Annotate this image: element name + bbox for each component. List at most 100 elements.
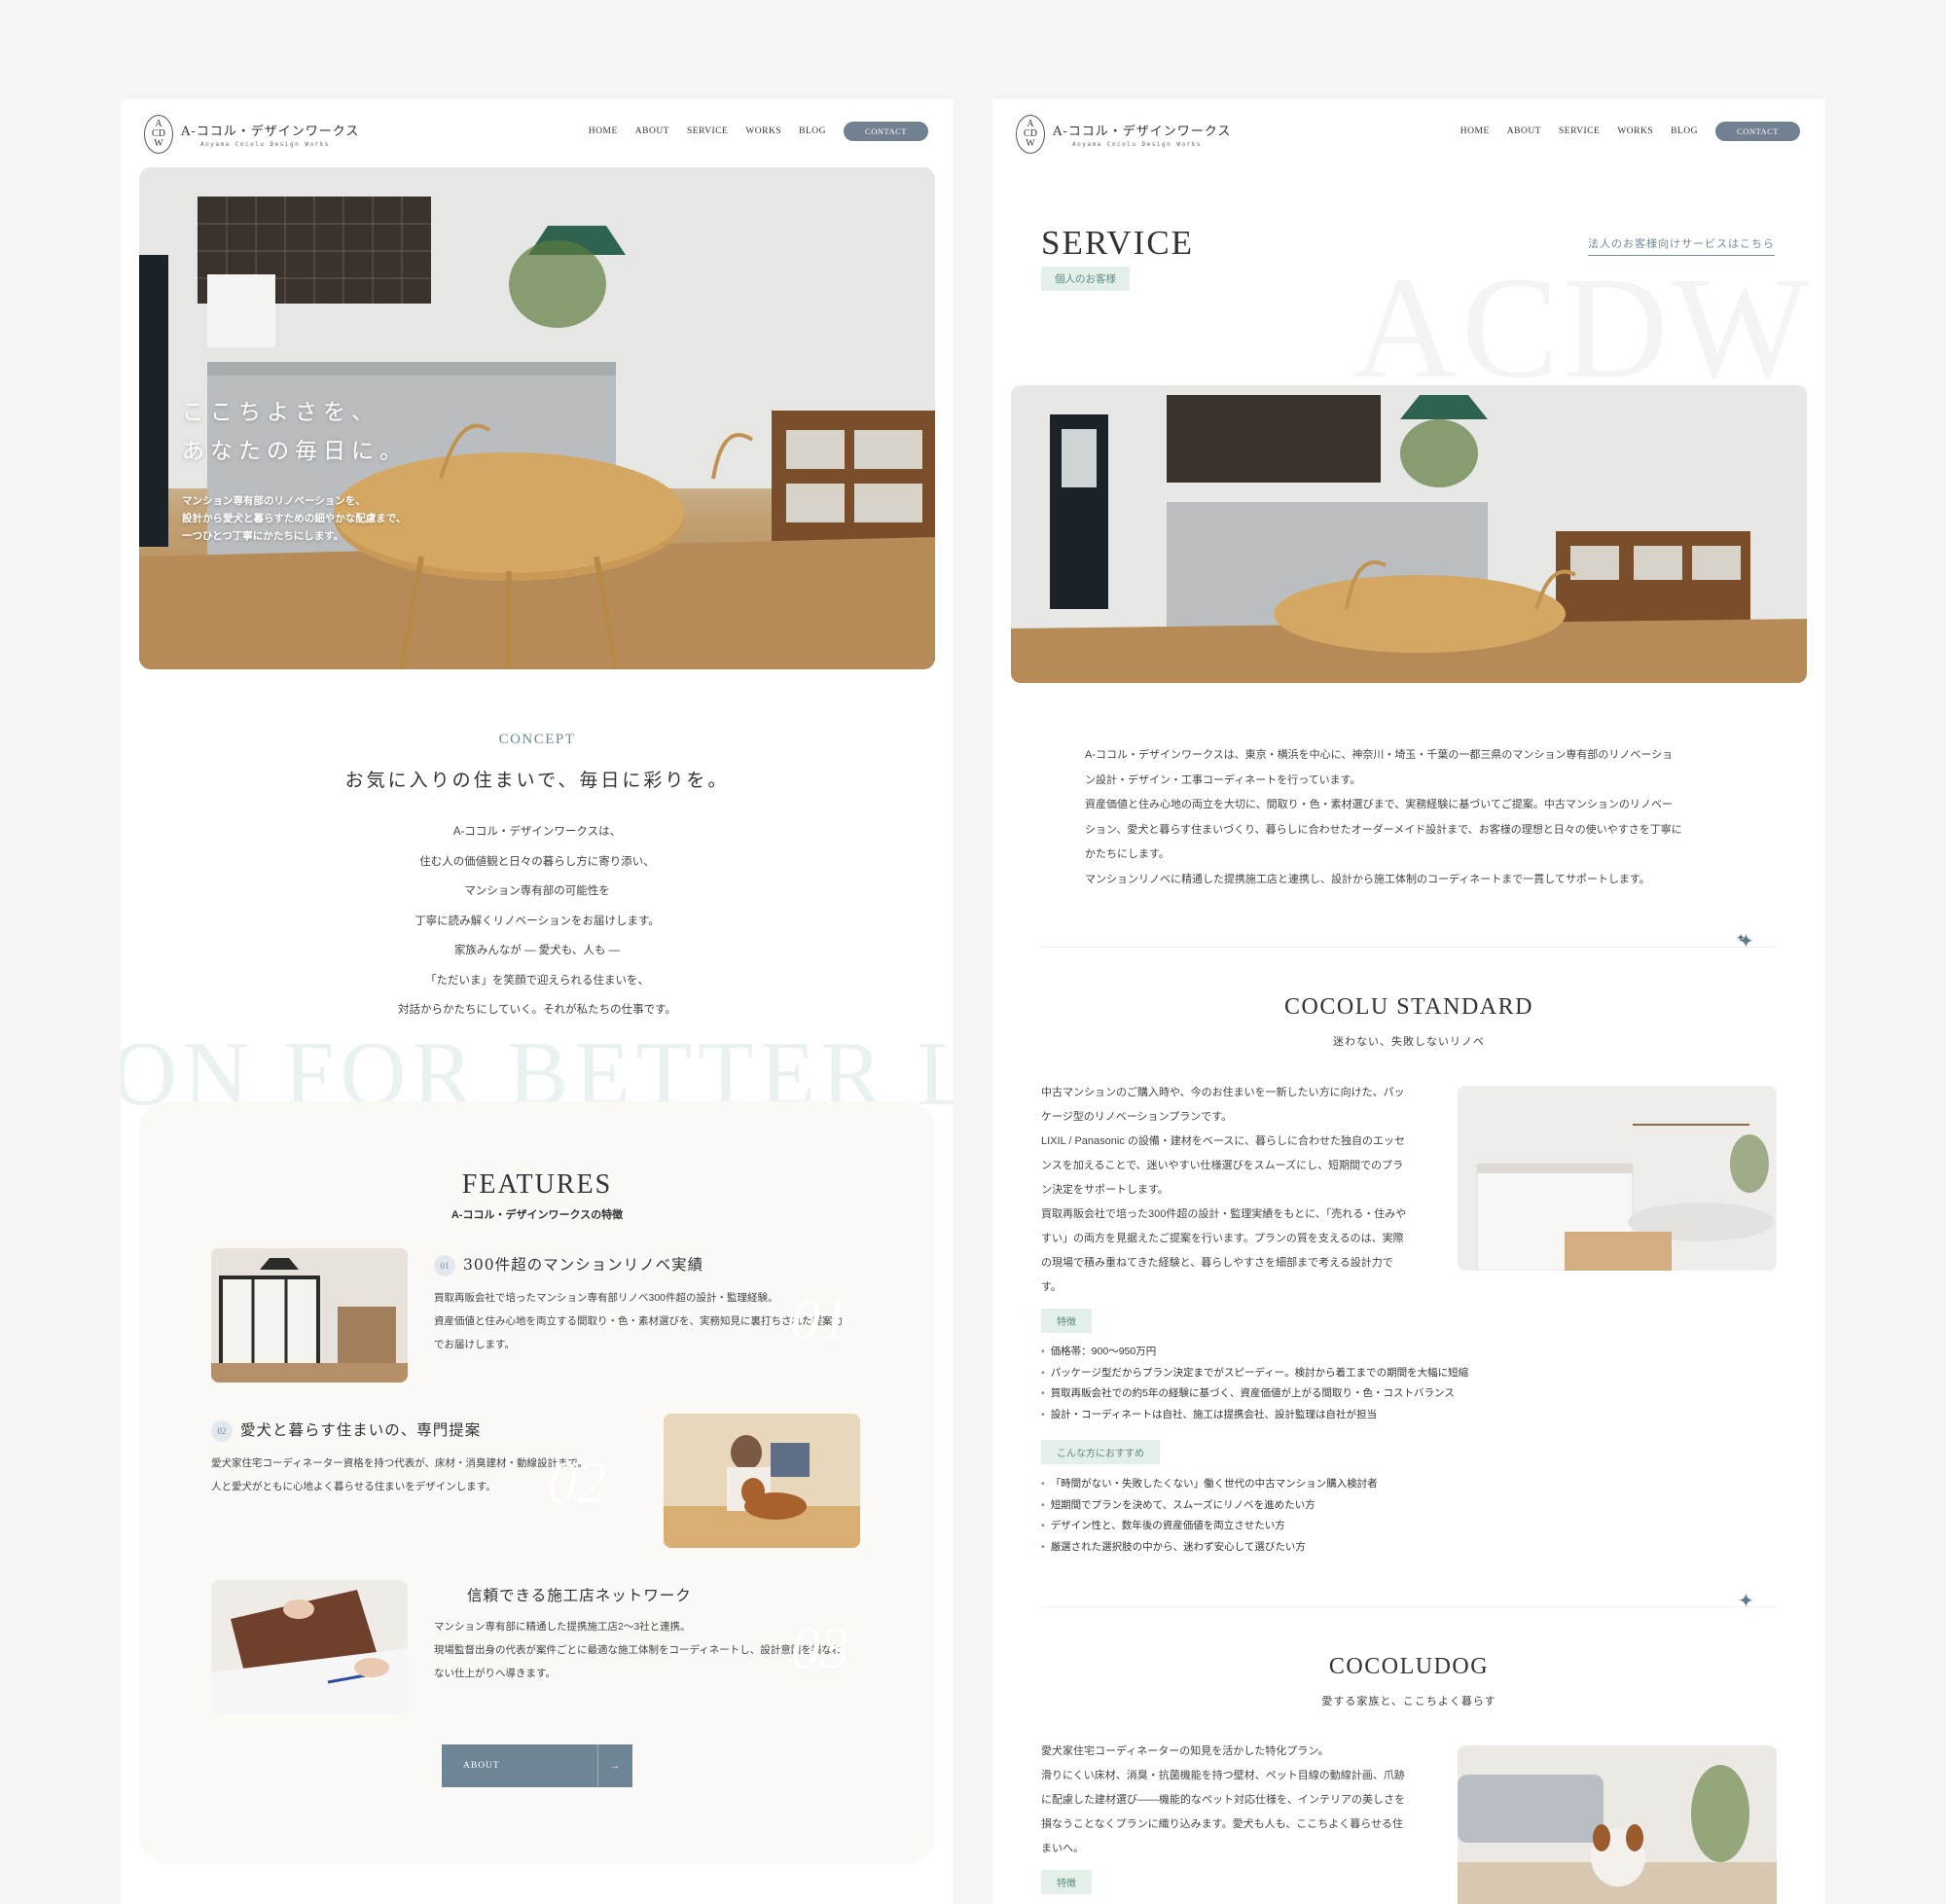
plan-1-description: 中古マンションのご購入時や、今のお住まいを一新したい方に向けた、パッ ケージ型の… xyxy=(1041,1081,1421,1300)
hero-text-line1: マンション専有部のリノベーションを、 xyxy=(182,495,366,507)
plan-2-text-line: に配慮した建材選び――機能的なペット対応仕様を、インテリアの美しさを xyxy=(1041,1794,1405,1806)
hero-title: ここちよさを、 あなたの毎日に。 xyxy=(182,393,408,471)
nav-blog[interactable]: BLOG xyxy=(799,126,826,136)
list-item: デザイン性と、数年後の資産価値を両立させたい方 xyxy=(1041,1516,1378,1537)
about-button-label: ABOUT xyxy=(463,1761,500,1771)
watermark-text: ACDW xyxy=(1351,247,1814,409)
concept-section: CONCEPT お気に入りの住まいで、毎日に彩りを。 A-ココル・デザインワーク… xyxy=(121,732,954,1025)
plan-1-subtitle: 迷わない、失敗しないリノベ xyxy=(1333,1036,1485,1048)
feature-1-ghost-number: 01 xyxy=(791,1287,849,1351)
concept-line: マンション専有部の可能性を xyxy=(464,885,610,897)
plan-1-text-line: す。 xyxy=(1041,1281,1062,1293)
contact-button[interactable]: CONTACT xyxy=(844,122,928,141)
nav-home[interactable]: HOME xyxy=(1460,126,1490,136)
feature-3-image xyxy=(211,1580,408,1714)
service-hero-image xyxy=(1011,385,1807,683)
list-item: 「時間がない・失敗したくない」働く世代の中古マンション購入検討者 xyxy=(1041,1474,1378,1495)
concept-line: 丁寧に読み解くリノベーションをお届けします。 xyxy=(414,915,660,927)
section-divider xyxy=(1041,947,1777,948)
sparkle-icon: ✦ xyxy=(1738,1591,1754,1612)
intro-line: マンションリノベに精通した提携施工店と連携し、設計から施工体制のコーディネートま… xyxy=(1085,873,1650,885)
concept-line: 家族みんなが ― 愛犬も、人も ― xyxy=(453,945,621,956)
plan-1-recommend-list: 「時間がない・失敗したくない」働く世代の中古マンション購入検討者 短期間でプラン… xyxy=(1041,1474,1378,1558)
list-item: 買取再販会社での約5年の経験に基づく、資産価値が上がる間取り・色・コストバランス xyxy=(1041,1383,1468,1405)
nav-about[interactable]: ABOUT xyxy=(635,126,669,136)
logo-mark: A CD W xyxy=(1016,115,1045,154)
plan-1-recommend-tag: こんな方におすすめ xyxy=(1041,1440,1160,1464)
features-title: FEATURES xyxy=(461,1169,613,1200)
plan-1-feature-list: 価格帯：900〜950万円 パッケージ型だからプラン決定までがスピーディー。検討… xyxy=(1041,1342,1468,1425)
nav-about[interactable]: ABOUT xyxy=(1507,126,1541,136)
list-item: 短期間でプランを決めて、スムーズにリノベを進めたい方 xyxy=(1041,1495,1378,1517)
nav-works[interactable]: WORKS xyxy=(745,126,781,136)
plan-1-feature-tag: 特徴 xyxy=(1041,1309,1092,1333)
hero-title-line1: ここちよさを、 xyxy=(182,400,379,425)
plan-1-image xyxy=(1458,1086,1777,1271)
main-nav: HOME ABOUT SERVICE WORKS BLOG CONTACT xyxy=(589,122,928,141)
list-item: 価格帯：900〜950万円 xyxy=(1041,1342,1468,1363)
service-page-panel: A CD W A-ココル・デザインワークス Aoyama Cocolu Design… xyxy=(992,99,1825,1904)
feature-2-number: 02 xyxy=(211,1419,233,1442)
main-nav: HOME ABOUT SERVICE WORKS BLOG CONTACT xyxy=(1460,122,1800,141)
plan-2-text-line: 滑りにくい床材、消臭・抗菌機能を持つ壁材、ペット目線の動線計画、爪跡 xyxy=(1041,1770,1405,1781)
logo[interactable]: A CD W A-ココル・デザインワークス Aoyama Cocolu Design… xyxy=(144,115,359,154)
concept-line: 住む人の価値観と日々の暮らし方に寄り添い、 xyxy=(419,855,655,868)
plan-1-text-line: ン決定をサポートします。 xyxy=(1041,1184,1169,1196)
features-subtitle: A-ココル・デザインワークスの特徴 xyxy=(450,1209,624,1221)
feature-1-title: 300件超のマンションリノベ実績 xyxy=(463,1256,704,1274)
service-intro: A-ココル・デザインワークスは、東京・横浜を中心に、神奈川・埼玉・千葉の一都三県… xyxy=(1085,743,1756,892)
plan-1-text-line: の現場で積み重ねてきた経験と、暮らしやすさを細部まで考える設計力で xyxy=(1041,1257,1393,1269)
list-item: パッケージ型だからプラン決定までがスピーディー。検討から着工までの期間を大幅に短… xyxy=(1041,1363,1468,1384)
hero-text-line3: 一つひとつ丁寧にかたちにします。 xyxy=(182,530,344,542)
intro-line: A-ココル・デザインワークスは、東京・横浜を中心に、神奈川・埼玉・千葉の一都三県… xyxy=(1085,749,1674,761)
section-divider xyxy=(1041,1606,1777,1607)
feature-3-title: 信頼できる施工店ネットワーク xyxy=(467,1587,692,1604)
intro-line: 資産価値と住み心地の両立を大切に、間取り・色・素材選びまで、実務経験に基づいてご… xyxy=(1085,799,1673,810)
contact-button[interactable]: CONTACT xyxy=(1715,122,1800,141)
logo-mark: A CD W xyxy=(144,115,173,154)
hero-image: ここちよさを、 あなたの毎日に。 マンション専有部のリノベーションを、 設計から… xyxy=(139,167,935,669)
plan-2-text-line: まいへ。 xyxy=(1041,1843,1084,1854)
plan-2-feature-tag: 特徴 xyxy=(1041,1870,1092,1894)
intro-line: ション、愛犬と暮らす住まいづくり、暮らしに合わせたオーダーメイド設計まで、お客様… xyxy=(1085,823,1682,836)
page-title: SERVICE xyxy=(1041,224,1195,262)
corporate-service-link[interactable]: 法人のお客様向けサービスはこちら xyxy=(1588,235,1775,256)
logo-subtitle: Aoyama Cocolu Design Works xyxy=(200,141,330,148)
plan-2-subtitle: 愛する家族と、ここちよく暮らす xyxy=(1321,1696,1496,1707)
arrow-right-icon: → xyxy=(597,1744,632,1787)
feature-2-image xyxy=(664,1414,860,1548)
kitchen-dining-photo xyxy=(1011,385,1807,683)
hero-title-line2: あなたの毎日に。 xyxy=(182,439,408,464)
sparkle-small-icon: ✦ xyxy=(1736,931,1747,945)
concept-text: A-ココル・デザインワークスは、 住む人の価値観と日々の暮らし方に寄り添い、 マ… xyxy=(121,817,954,1025)
nav-blog[interactable]: BLOG xyxy=(1671,126,1698,136)
plan-1-text-line: ケージ型のリノベーションプランです。 xyxy=(1041,1111,1233,1123)
plan-2-description: 愛犬家住宅コーディネーターの知見を活かした特化プラン。 滑りにくい床材、消臭・抗… xyxy=(1041,1740,1421,1861)
hero-text-line2: 設計から愛犬と暮らすための細やかな配慮まで、 xyxy=(182,513,407,524)
nav-service[interactable]: SERVICE xyxy=(687,126,728,136)
plan-1-text-line: 買取再販会社で培った300件超の設計・監理実績をもとに、「売れる・住みや xyxy=(1041,1208,1407,1220)
plan-1-text-line: 中古マンションのご購入時や、今のお住まいを一新したい方に向けた、パッ xyxy=(1041,1087,1405,1098)
logo-subtitle: Aoyama Cocolu Design Works xyxy=(1072,141,1202,148)
plan-1-text-line: すい」の両方を見据えたご提案を行います。プランの質を支えるのは、実際 xyxy=(1041,1233,1404,1244)
logo[interactable]: A CD W A-ココル・デザインワークス Aoyama Cocolu Design… xyxy=(1016,115,1231,154)
concept-title: お気に入りの住まいで、毎日に彩りを。 xyxy=(344,770,730,791)
nav-works[interactable]: WORKS xyxy=(1617,126,1653,136)
feature-1-number: 01 xyxy=(434,1254,455,1276)
intro-line: ン設計・デザイン・工事コーディネートを行っています。 xyxy=(1085,773,1361,786)
feature-2-ghost-number: 02 xyxy=(548,1451,606,1515)
plan-2-text-line: 損なうことなくプランに織り込みます。愛犬も人も、ここちよく暮らせる住 xyxy=(1041,1818,1404,1830)
concept-line: A-ココル・デザインワークスは、 xyxy=(452,826,622,838)
concept-line: 「ただいま」を笑顔で迎えられる住まいを、 xyxy=(425,974,649,987)
nav-home[interactable]: HOME xyxy=(589,126,618,136)
about-button[interactable]: ABOUT → xyxy=(442,1744,632,1787)
site-header: A CD W A-ココル・デザインワークス Aoyama Cocolu Design… xyxy=(121,99,954,167)
plan-2-title: COCOLUDOG xyxy=(1328,1654,1490,1679)
feature-3-ghost-number: 03 xyxy=(791,1616,849,1680)
concept-label: CONCEPT xyxy=(498,732,576,747)
list-item: 厳選された選択肢の中から、迷わず安心して選びたい方 xyxy=(1041,1537,1378,1559)
plan-2-image xyxy=(1458,1745,1777,1904)
feature-2-title: 愛犬と暮らす住まいの、専門提案 xyxy=(240,1421,482,1439)
nav-service[interactable]: SERVICE xyxy=(1559,126,1600,136)
logo-name: A-ココル・デザインワークス xyxy=(1053,125,1232,139)
